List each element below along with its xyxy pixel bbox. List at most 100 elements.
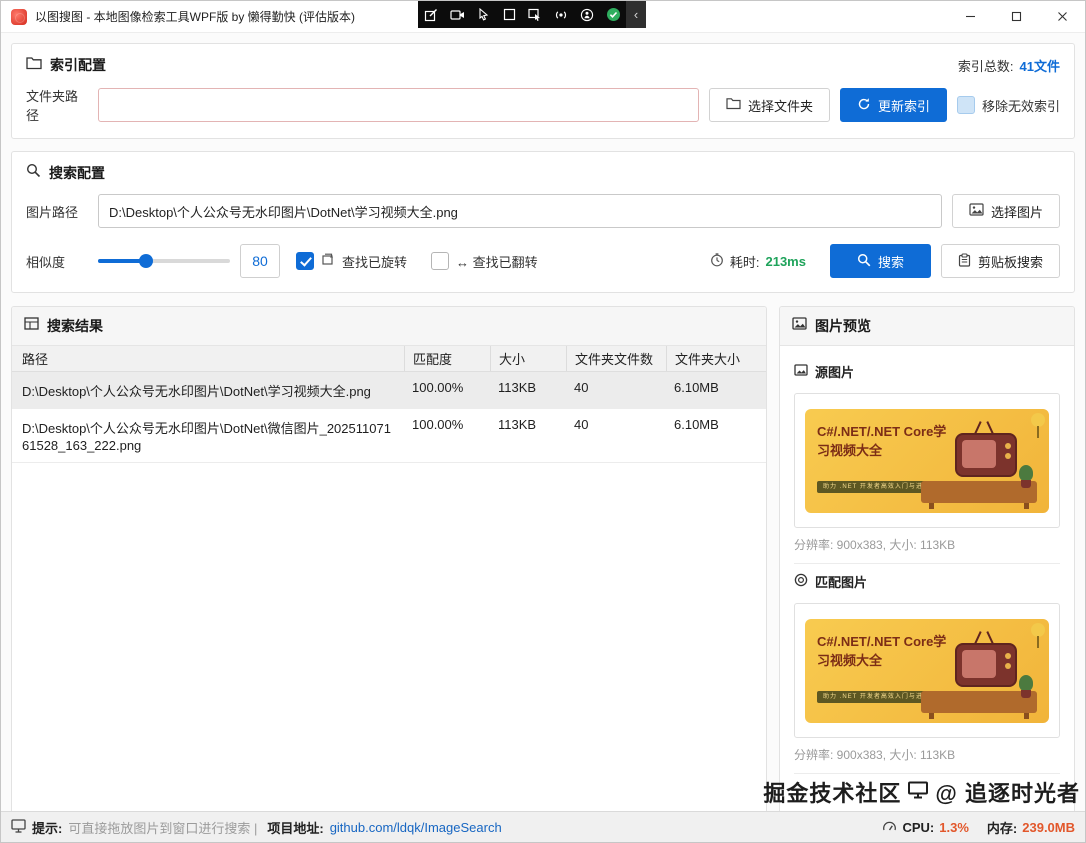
tv-art	[955, 433, 1017, 477]
preview-header: 图片预览	[780, 307, 1074, 346]
col-folder-size[interactable]: 文件夹大小	[666, 346, 766, 371]
image-path-row: 图片路径 选择图片	[12, 194, 1074, 244]
tv-antenna	[974, 421, 981, 434]
clock-icon	[710, 253, 724, 270]
col-match[interactable]: 匹配度	[404, 346, 490, 371]
folder-icon	[726, 97, 741, 113]
results-header: 搜索结果	[12, 307, 766, 346]
gauge-icon	[882, 819, 897, 835]
update-index-button[interactable]: 更新索引	[840, 88, 947, 122]
similarity-slider[interactable]	[98, 253, 230, 269]
folder-path-input[interactable]	[98, 88, 699, 122]
select-image-button[interactable]: 选择图片	[952, 194, 1060, 228]
remove-invalid-label: 移除无效索引	[982, 96, 1060, 115]
image-path-input[interactable]	[98, 194, 942, 228]
tv-antenna	[986, 631, 993, 644]
slider-thumb[interactable]	[139, 254, 153, 268]
grid-icon	[24, 317, 39, 335]
results-empty-area	[12, 463, 766, 813]
match-image-label-row: 匹配图片	[794, 572, 1060, 591]
find-rotated-group: 查找已旋转	[296, 252, 407, 271]
search-button[interactable]: 搜索	[830, 244, 931, 278]
find-flipped-group: ↔ 查找已翻转	[431, 252, 538, 271]
source-image-label: 源图片	[815, 362, 854, 381]
cell-match: 100.00%	[404, 409, 490, 441]
project-link[interactable]: github.com/ldqk/ImageSearch	[330, 820, 502, 835]
col-path[interactable]: 路径	[12, 346, 404, 371]
similarity-value-box[interactable]: 80	[240, 244, 280, 278]
close-button[interactable]	[1039, 1, 1085, 33]
select-folder-button[interactable]: 选择文件夹	[709, 88, 830, 122]
image-icon	[969, 203, 984, 219]
screen-annotation-toolbar: ‹	[418, 1, 646, 28]
find-rotated-label: 查找已旋转	[342, 252, 407, 271]
maximize-button[interactable]	[993, 1, 1039, 33]
col-folder-files[interactable]: 文件夹文件数	[566, 346, 666, 371]
cell-size: 113KB	[490, 409, 566, 441]
image-icon	[794, 364, 808, 379]
results-title: 搜索结果	[47, 316, 103, 336]
frame-cursor-icon[interactable]	[522, 1, 548, 28]
index-total-value: 41文件	[1020, 56, 1060, 75]
desk-art	[921, 481, 1037, 503]
watermark-text-right: @ 追逐时光者	[935, 776, 1080, 808]
elapsed-label: 耗时:	[730, 252, 760, 271]
source-image-label-row: 源图片	[794, 362, 1060, 381]
monitor-icon	[908, 779, 928, 805]
cell-path: D:\Desktop\个人公众号无水印图片\DotNet\学习视频大全.png	[12, 372, 404, 408]
cell-folder-size: 6.10MB	[666, 372, 766, 404]
desk-art	[921, 691, 1037, 713]
rotate-icon	[321, 252, 335, 271]
source-image-info: 分辨率: 900x383, 大小: 113KB	[794, 528, 1060, 564]
index-config-title: 索引配置	[50, 55, 106, 75]
tv-art	[955, 643, 1017, 687]
window-title: 以图搜图 - 本地图像检索工具WPF版 by 懒得勤快 (评估版本)	[35, 8, 355, 25]
search-icon	[857, 253, 871, 270]
table-row[interactable]: D:\Desktop\个人公众号无水印图片\DotNet\学习视频大全.png …	[12, 372, 766, 409]
cursor-icon[interactable]	[470, 1, 496, 28]
cell-folder-files: 40	[566, 409, 666, 441]
cell-path: D:\Desktop\个人公众号无水印图片\DotNet\微信图片_202511…	[12, 409, 404, 462]
person-icon[interactable]	[574, 1, 600, 28]
find-flipped-checkbox[interactable]	[431, 252, 449, 270]
broadcast-icon[interactable]	[548, 1, 574, 28]
index-total: 索引总数: 41文件	[958, 56, 1060, 75]
remove-invalid-checkbox[interactable]	[957, 96, 975, 114]
status-right: CPU: 1.3% 内存: 239.0MB	[882, 818, 1075, 837]
plant-art	[1019, 675, 1033, 691]
find-rotated-checkbox[interactable]	[296, 252, 314, 270]
watermark-text-left: 掘金技术社区	[763, 776, 901, 808]
folder-path-label: 文件夹路径	[26, 86, 88, 124]
edit-icon[interactable]	[418, 1, 444, 28]
match-image-frame: C#/.NET/.NET Core学 习视频大全 助力 .NET 开发者高效入门…	[794, 603, 1060, 738]
cpu-value: 1.3%	[939, 820, 969, 835]
project-label: 项目地址:	[267, 818, 323, 837]
minimize-button[interactable]	[947, 1, 993, 33]
status-left: 提示: 可直接拖放图片到窗口进行搜索 | 项目地址: github.com/ld…	[11, 818, 502, 837]
app-window: 以图搜图 - 本地图像检索工具WPF版 by 懒得勤快 (评估版本)	[0, 0, 1086, 843]
image-icon	[792, 317, 807, 335]
clipboard-search-button[interactable]: 剪贴板搜索	[941, 244, 1060, 278]
check-icon[interactable]	[600, 1, 626, 28]
lamp-art	[1031, 413, 1045, 427]
tv-antenna	[974, 631, 981, 644]
search-config-title: 搜索配置	[49, 163, 105, 183]
similarity-row: 相似度 80 查找已旋转 ↔ 查找已翻转	[12, 244, 1074, 292]
source-image-thumbnail: C#/.NET/.NET Core学 习视频大全 助力 .NET 开发者高效入门…	[805, 409, 1049, 513]
chevron-left-icon[interactable]: ‹	[626, 1, 646, 28]
tip-label: 提示:	[32, 818, 62, 837]
source-image-frame: C#/.NET/.NET Core学 习视频大全 助力 .NET 开发者高效入门…	[794, 393, 1060, 528]
tv-antenna	[986, 421, 993, 434]
table-row[interactable]: D:\Desktop\个人公众号无水印图片\DotNet\微信图片_202511…	[12, 409, 766, 463]
thumbnail-title: C#/.NET/.NET Core学 习视频大全	[817, 632, 946, 671]
folder-icon	[26, 56, 42, 75]
camera-icon[interactable]	[444, 1, 470, 28]
plant-art	[1019, 465, 1033, 481]
cpu-label: CPU:	[902, 820, 934, 835]
thumbnail-title: C#/.NET/.NET Core学 习视频大全	[817, 422, 946, 461]
similarity-label: 相似度	[26, 252, 88, 271]
index-config-panel: 索引配置 索引总数: 41文件 文件夹路径 选择文件夹	[11, 43, 1075, 139]
frame-icon[interactable]	[496, 1, 522, 28]
preview-body: 源图片 C#/.NET/.NET Core学 习视频大全 助力 .NET 开发者…	[780, 346, 1074, 792]
col-size[interactable]: 大小	[490, 346, 566, 371]
